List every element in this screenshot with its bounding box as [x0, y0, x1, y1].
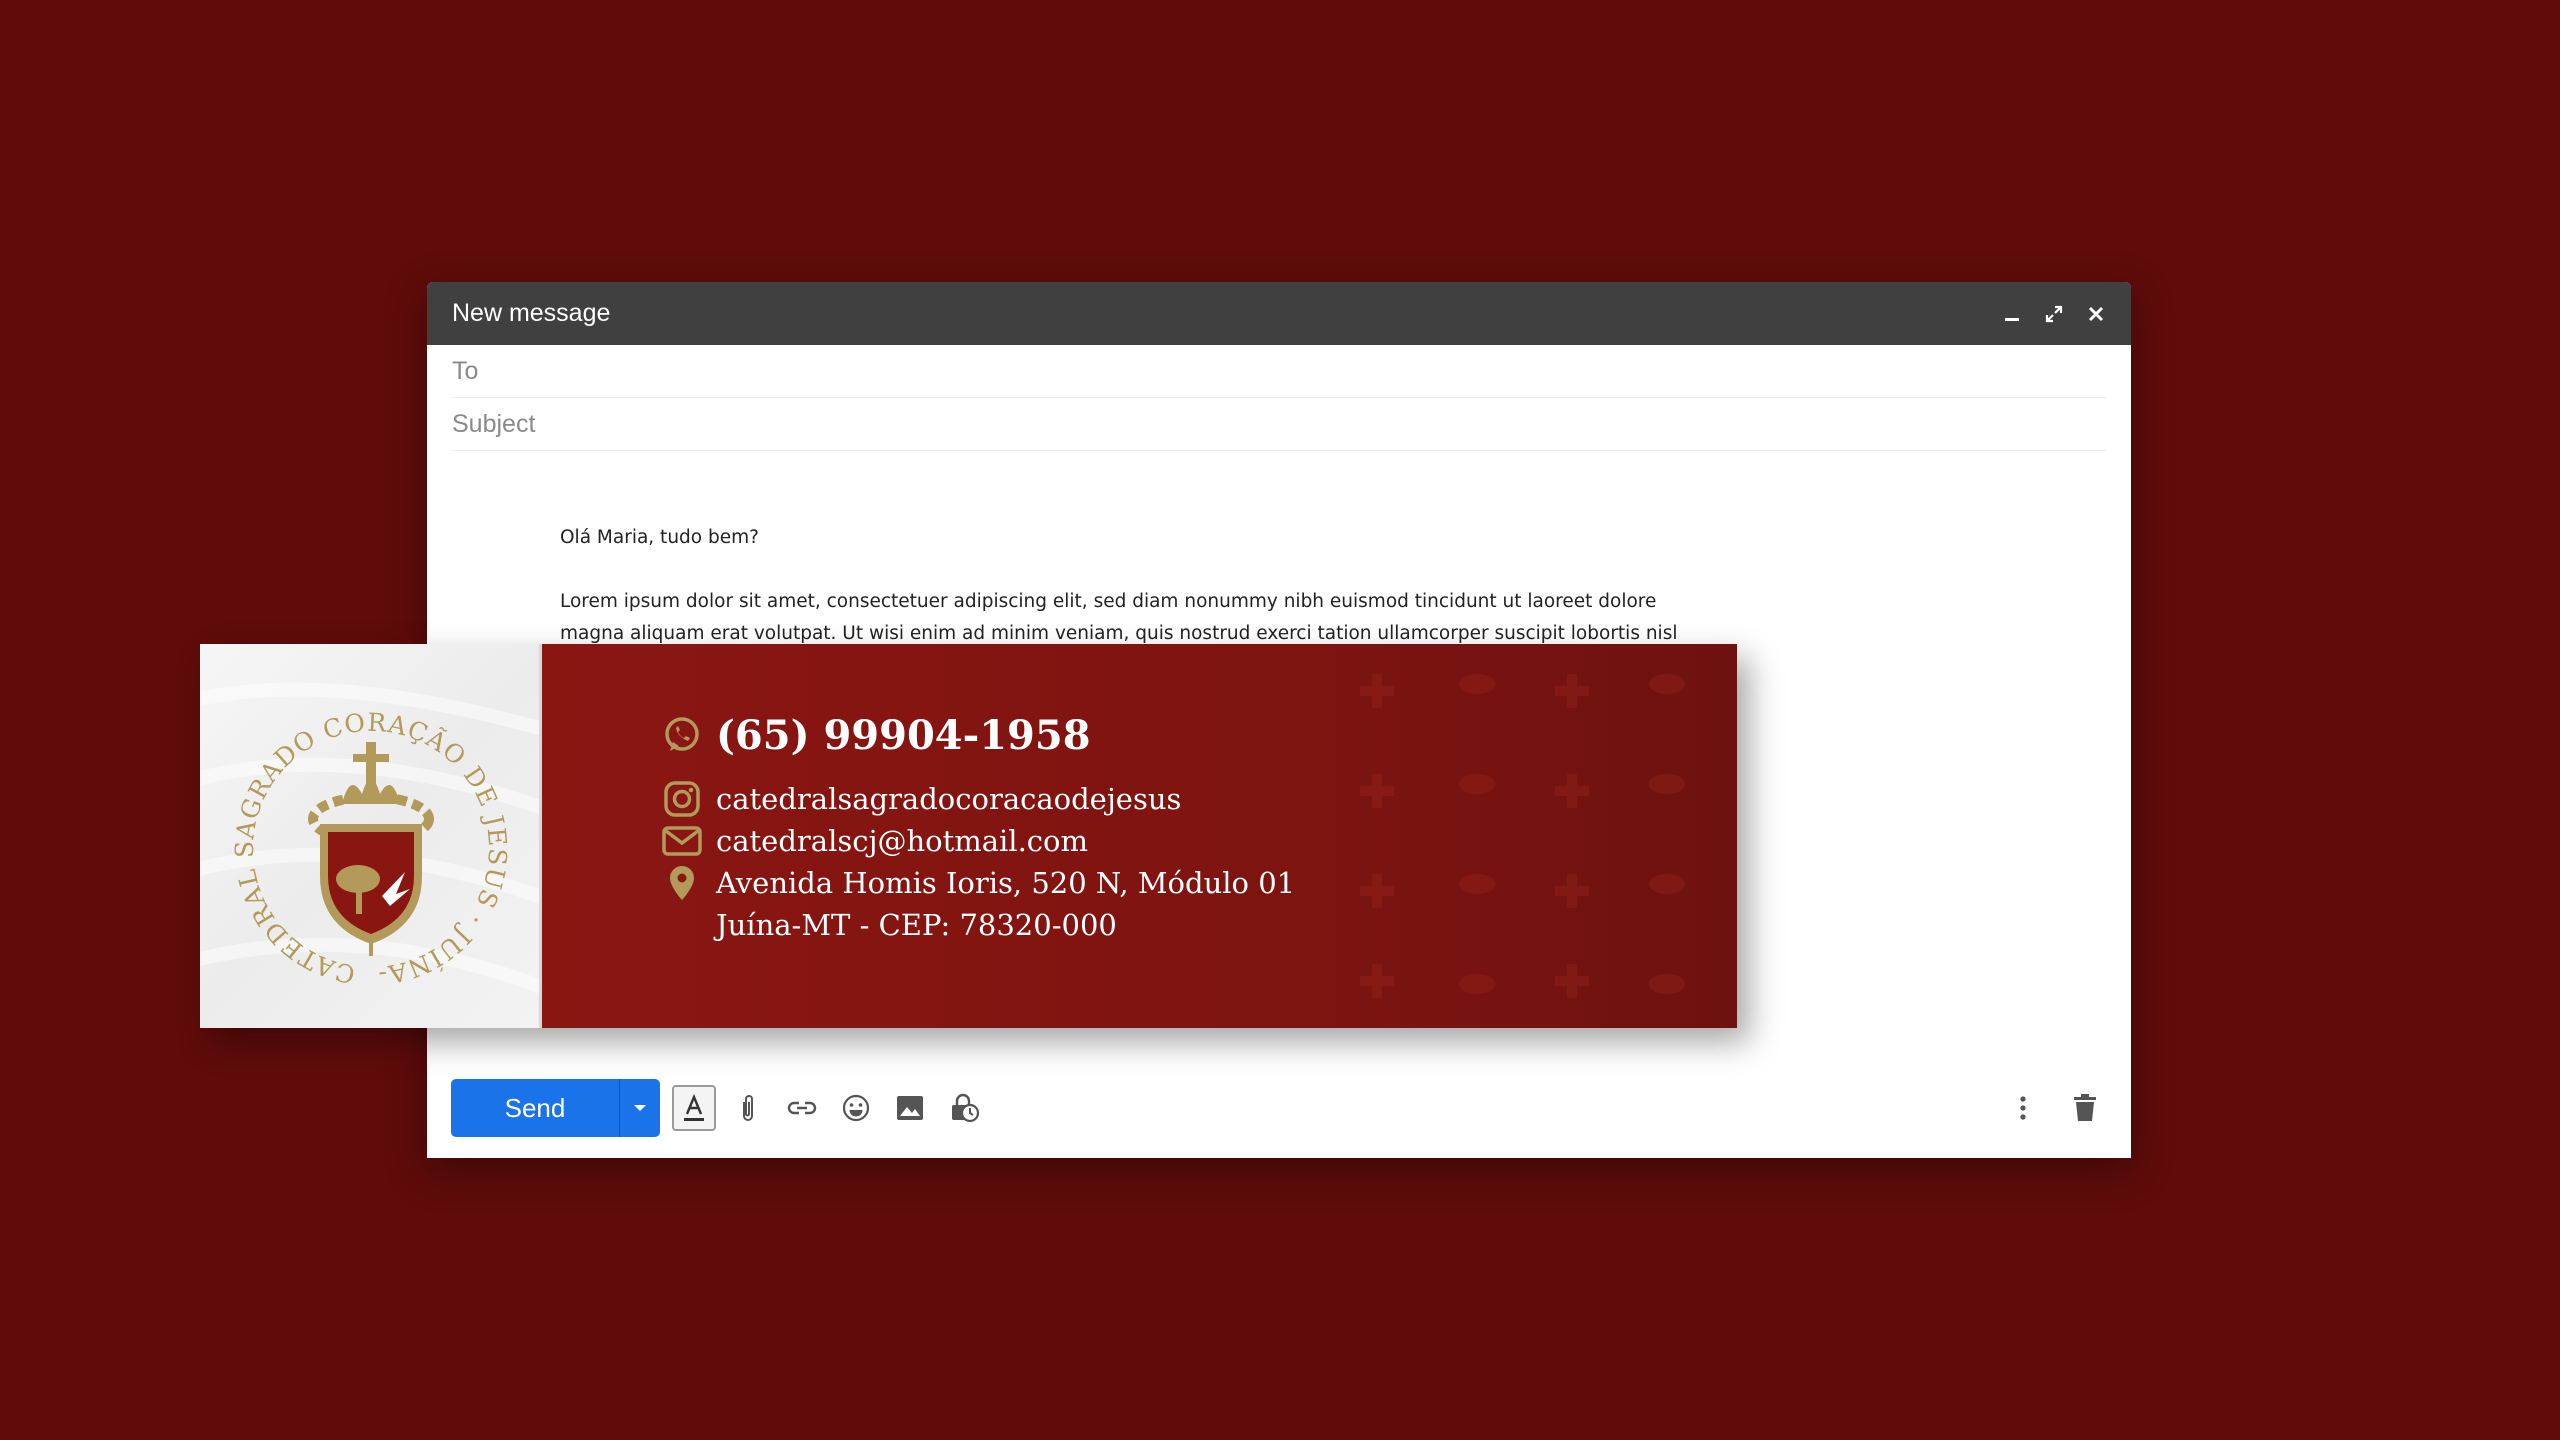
- insert-photo-icon[interactable]: [888, 1085, 932, 1131]
- address-line-2: Juína-MT - CEP: 78320-000: [716, 908, 1117, 942]
- email-address[interactable]: catedralscj@hotmail.com: [716, 824, 1088, 858]
- phone-number[interactable]: (65) 99904-1958: [716, 712, 1091, 759]
- signature-logo-panel: CATEDRAL SAGRADO CORAÇÃO DE JESUS · JUÍN…: [200, 644, 542, 1028]
- to-input[interactable]: [532, 356, 2106, 386]
- message-body[interactable]: Olá Maria, tudo bem? Lorem ipsum dolor s…: [560, 522, 1720, 650]
- whatsapp-icon: [660, 715, 704, 755]
- compose-titlebar[interactable]: New message: [427, 282, 2131, 345]
- email-signature: CATEDRAL SAGRADO CORAÇÃO DE JESUS · JUÍN…: [200, 644, 1737, 1028]
- send-button[interactable]: Send: [451, 1079, 619, 1137]
- link-icon[interactable]: [780, 1085, 824, 1131]
- send-options-button[interactable]: [619, 1079, 660, 1137]
- instagram-row: catedralsagradocoracaodejesus: [660, 778, 1295, 820]
- message-greeting: Olá Maria, tudo bem?: [560, 527, 759, 548]
- formatting-tools: [672, 1085, 986, 1131]
- compose-toolbar: Send: [451, 1079, 2107, 1137]
- expand-icon[interactable]: [2043, 303, 2065, 325]
- text-format-icon[interactable]: [672, 1085, 716, 1131]
- address-line-1: Avenida Homis Ioris, 520 N, Módulo 01: [716, 866, 1296, 900]
- address-row: Avenida Homis Ioris, 520 N, Módulo 01: [660, 862, 1295, 904]
- send-button-group: Send: [451, 1079, 660, 1137]
- location-pin-icon: [660, 864, 704, 902]
- to-label: To: [452, 356, 479, 385]
- close-icon[interactable]: [2085, 303, 2107, 325]
- window-controls: [2001, 303, 2107, 325]
- message-line: Lorem ipsum dolor sit amet, consectetuer…: [560, 591, 1657, 612]
- more-options-icon[interactable]: [2001, 1085, 2045, 1131]
- attach-icon[interactable]: [726, 1085, 770, 1131]
- instagram-icon: [660, 780, 704, 818]
- subject-field: Subject: [452, 398, 2106, 451]
- subject-input[interactable]: [547, 409, 2106, 439]
- to-field: To: [452, 345, 2106, 398]
- mail-icon: [660, 826, 704, 856]
- emoji-icon[interactable]: [834, 1085, 878, 1131]
- window-title: New message: [452, 299, 611, 327]
- subject-label: Subject: [452, 409, 536, 438]
- email-row: catedralscj@hotmail.com: [660, 820, 1295, 862]
- cathedral-seal-logo: CATEDRAL SAGRADO CORAÇÃO DE JESUS · JUÍN…: [200, 644, 539, 994]
- confidential-mode-icon[interactable]: [942, 1085, 986, 1131]
- right-tools: [2001, 1085, 2107, 1131]
- caret-down-icon: [634, 1105, 646, 1111]
- instagram-handle[interactable]: catedralsagradocoracaodejesus: [716, 782, 1181, 816]
- phone-row: (65) 99904-1958: [660, 704, 1295, 766]
- signature-info-panel: (65) 99904-1958 catedralsagradocoracaode…: [542, 644, 1737, 1028]
- contact-info: (65) 99904-1958 catedralsagradocoracaode…: [660, 704, 1295, 946]
- discard-trash-icon[interactable]: [2063, 1085, 2107, 1131]
- minimize-icon[interactable]: [2001, 303, 2023, 325]
- cross-pattern-decoration: [1360, 674, 1685, 998]
